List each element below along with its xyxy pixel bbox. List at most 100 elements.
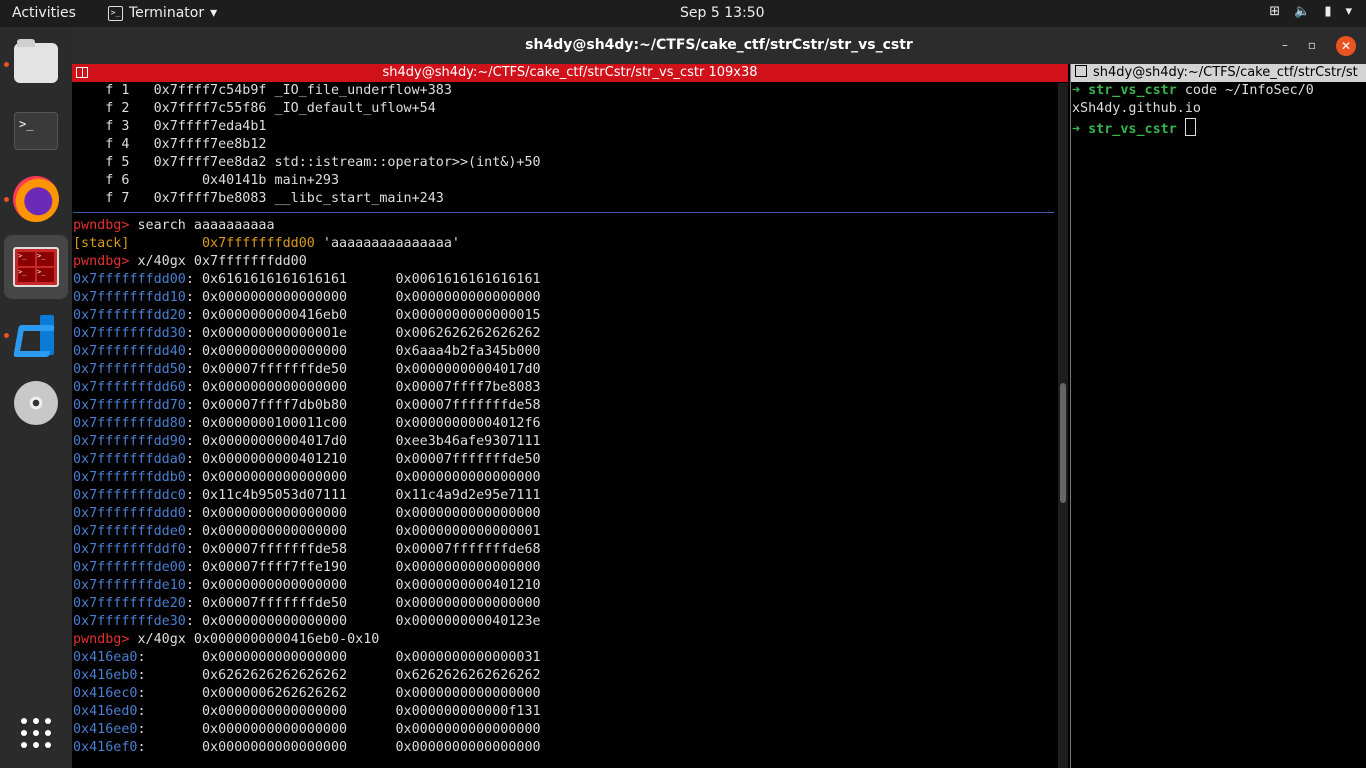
dump-values: : 0x0000006262626262 0x0000000000000000 bbox=[137, 686, 541, 701]
dump-values: : 0x00007ffff7db0b80 0x00007fffffffde58 bbox=[185, 398, 541, 413]
command: x/40gx 0x0000000000416eb0-0x10 bbox=[137, 632, 380, 647]
dump-values: : 0x0000000000000000 0x0000000000000000 bbox=[185, 470, 541, 485]
dump-values: : 0x0000000000000000 0x0000000000401210 bbox=[185, 578, 541, 593]
terminator-icon: >_ >_ >_ >_ bbox=[13, 247, 59, 287]
prompt: pwndbg> bbox=[73, 218, 138, 233]
files-icon bbox=[14, 39, 58, 83]
dump-values: : 0x0000000000000000 0x0000000000000000 bbox=[185, 290, 541, 305]
grouping-icon[interactable] bbox=[1075, 65, 1087, 77]
dump-row: 0x7fffffffddc0: 0x11c4b95053d07111 0x11c… bbox=[73, 487, 1068, 505]
disc-icon bbox=[14, 381, 58, 425]
dump-row: 0x7fffffffdd20: 0x0000000000416eb0 0x000… bbox=[73, 307, 1068, 325]
dump-address: 0x416ed0 bbox=[73, 704, 138, 719]
clock[interactable]: Sep 5 13:50 bbox=[680, 5, 765, 21]
dump-row: 0x7fffffffddb0: 0x0000000000000000 0x000… bbox=[73, 469, 1068, 487]
dump-row: 0x7fffffffdd10: 0x0000000000000000 0x000… bbox=[73, 289, 1068, 307]
dump-values: : 0x11c4b95053d07111 0x11c4a9d2e95e7111 bbox=[185, 488, 541, 503]
dock-files[interactable] bbox=[4, 31, 68, 95]
dump-values: : 0x0000000000000000 0x00007ffff7be8083 bbox=[185, 380, 541, 395]
dump-row: 0x7fffffffde20: 0x00007fffffffde50 0x000… bbox=[73, 595, 1068, 613]
network-icon: ⊞ bbox=[1269, 4, 1281, 19]
activities-button[interactable]: Activities bbox=[12, 5, 76, 21]
window-titlebar[interactable]: sh4dy@sh4dy:~/CTFS/cake_ctf/strCstr/str_… bbox=[72, 27, 1366, 64]
minimize-button[interactable]: – bbox=[1282, 27, 1288, 64]
dump-address: 0x7fffffffdd70 bbox=[73, 398, 186, 413]
volume-icon: 🔈 bbox=[1294, 4, 1311, 19]
separator bbox=[73, 212, 1054, 213]
dock-firefox[interactable] bbox=[4, 167, 68, 231]
prompt: pwndbg> bbox=[73, 632, 138, 647]
dump-values: : 0x00007fffffffde50 0x0000000000000000 bbox=[185, 596, 541, 611]
terminal-icon: >_ bbox=[108, 5, 123, 21]
dump-row: 0x7fffffffddd0: 0x0000000000000000 0x000… bbox=[73, 505, 1068, 523]
dump-values: : 0x00007fffffffde50 0x00000000004017d0 bbox=[185, 362, 541, 377]
terminal-output-right: ➜ str_vs_cstr code ~/InfoSec/0 xSh4dy.git… bbox=[1071, 82, 1366, 139]
bt-line: f 7 0x7ffff7be8083 __libc_start_main+243 bbox=[73, 191, 444, 206]
search-val: 'aaaaaaaaaaaaaaa' bbox=[314, 236, 460, 251]
cmd-line: pwndbg> x/40gx 0x7fffffffdd00 bbox=[73, 253, 1068, 271]
dump-address: 0x7fffffffde20 bbox=[73, 596, 186, 611]
app-menu-label: Terminator bbox=[129, 5, 205, 21]
dump-row: 0x416ee0: 0x0000000000000000 0x000000000… bbox=[73, 721, 1068, 739]
search-result: [stack] 0x7fffffffdd00 'aaaaaaaaaaaaaaa' bbox=[73, 235, 1068, 253]
terminal-icon: >_ bbox=[14, 112, 58, 150]
terminal-pane-left[interactable]: sh4dy@sh4dy:~/CTFS/cake_ctf/strCstr/str_… bbox=[72, 64, 1068, 768]
battery-icon: ▮ bbox=[1324, 4, 1332, 19]
dump-address: 0x7fffffffde10 bbox=[73, 578, 186, 593]
vscode-icon bbox=[14, 313, 58, 357]
dock-terminal[interactable]: >_ bbox=[4, 99, 68, 163]
close-button[interactable]: ✕ bbox=[1336, 35, 1356, 56]
pane-titlebar-left: sh4dy@sh4dy:~/CTFS/cake_ctf/strCstr/str_… bbox=[72, 64, 1068, 82]
pane-titlebar-right: sh4dy@sh4dy:~/CTFS/cake_ctf/strCstr/st bbox=[1071, 64, 1366, 82]
command: x/40gx 0x7fffffffdd00 bbox=[137, 254, 307, 269]
dump-values: : 0x6262626262626262 0x6262626262626262 bbox=[137, 668, 541, 683]
app-menu[interactable]: >_ Terminator ▾ bbox=[108, 5, 217, 21]
dump-row: 0x7fffffffdd80: 0x0000000100011c00 0x000… bbox=[73, 415, 1068, 433]
scrollbar-thumb[interactable] bbox=[1060, 383, 1066, 503]
prompt: pwndbg> bbox=[73, 254, 138, 269]
dump-row: 0x7fffffffdd50: 0x00007fffffffde50 0x000… bbox=[73, 361, 1068, 379]
memory-dump-stack: 0x7fffffffdd00: 0x6161616161616161 0x006… bbox=[73, 271, 1068, 631]
dock: >_ >_ >_ >_ >_ bbox=[0, 27, 72, 768]
dump-values: : 0x0000000100011c00 0x00000000004012f6 bbox=[185, 416, 541, 431]
cmd-line: pwndbg> x/40gx 0x0000000000416eb0-0x10 bbox=[73, 631, 1068, 649]
command-wrap: xSh4dy.github.io bbox=[1072, 101, 1201, 116]
dump-address: 0x416ef0 bbox=[73, 740, 138, 755]
pane-title: sh4dy@sh4dy:~/CTFS/cake_ctf/strCstr/st bbox=[1093, 65, 1358, 80]
dump-values: : 0x0000000000000000 0x0000000000000000 bbox=[137, 722, 541, 737]
prompt-arrow: ➜ bbox=[1072, 83, 1089, 98]
system-tray[interactable]: ⊞ 🔈 ▮ ▾ bbox=[1269, 4, 1352, 19]
prompt-dir: str_vs_cstr bbox=[1088, 122, 1177, 137]
show-applications[interactable] bbox=[4, 701, 68, 765]
dump-row: 0x7fffffffde10: 0x0000000000000000 0x000… bbox=[73, 577, 1068, 595]
dock-terminator[interactable]: >_ >_ >_ >_ bbox=[4, 235, 68, 299]
dump-values: : 0x0000000000000000 0x000000000000f131 bbox=[137, 704, 541, 719]
cursor bbox=[1184, 118, 1196, 136]
dump-address: 0x416eb0 bbox=[73, 668, 138, 683]
dump-address: 0x7fffffffdde0 bbox=[73, 524, 186, 539]
dump-address: 0x416ee0 bbox=[73, 722, 138, 737]
app-grid-icon bbox=[21, 718, 51, 748]
dump-address: 0x7fffffffde00 bbox=[73, 560, 186, 575]
backtrace: f 1 0x7ffff7c54b9f _IO_file_underflow+38… bbox=[73, 82, 1068, 208]
terminal-output: f 1 0x7ffff7c54b9f _IO_file_underflow+38… bbox=[72, 82, 1068, 757]
dump-row: 0x7fffffffde30: 0x0000000000000000 0x000… bbox=[73, 613, 1068, 631]
dump-address: 0x7fffffffdd20 bbox=[73, 308, 186, 323]
maximize-button[interactable]: ▫ bbox=[1308, 27, 1316, 64]
dump-address: 0x7fffffffde30 bbox=[73, 614, 186, 629]
dump-row: 0x7fffffffdd00: 0x6161616161616161 0x006… bbox=[73, 271, 1068, 289]
bt-line: f 1 0x7ffff7c54b9f _IO_file_underflow+38… bbox=[73, 83, 452, 98]
dump-address: 0x7fffffffddd0 bbox=[73, 506, 186, 521]
dump-row: 0x416ef0: 0x0000000000000000 0x000000000… bbox=[73, 739, 1068, 757]
memory-dump-heap: 0x416ea0: 0x0000000000000000 0x000000000… bbox=[73, 649, 1068, 757]
dock-vscode[interactable] bbox=[4, 303, 68, 367]
terminal-pane-right[interactable]: sh4dy@sh4dy:~/CTFS/cake_ctf/strCstr/st ➜… bbox=[1070, 64, 1366, 768]
grouping-icon[interactable] bbox=[76, 67, 88, 78]
dump-address: 0x7fffffffdd80 bbox=[73, 416, 186, 431]
dump-values: : 0x0000000000000000 0x6aaa4b2fa345b000 bbox=[185, 344, 541, 359]
scrollbar[interactable] bbox=[1058, 83, 1068, 768]
shell-line: ➜ str_vs_cstr code ~/InfoSec/0 bbox=[1072, 82, 1366, 100]
dock-dvd[interactable] bbox=[4, 371, 68, 435]
chevron-down-icon: ▾ bbox=[1345, 4, 1352, 19]
dump-address: 0x7fffffffdd10 bbox=[73, 290, 186, 305]
